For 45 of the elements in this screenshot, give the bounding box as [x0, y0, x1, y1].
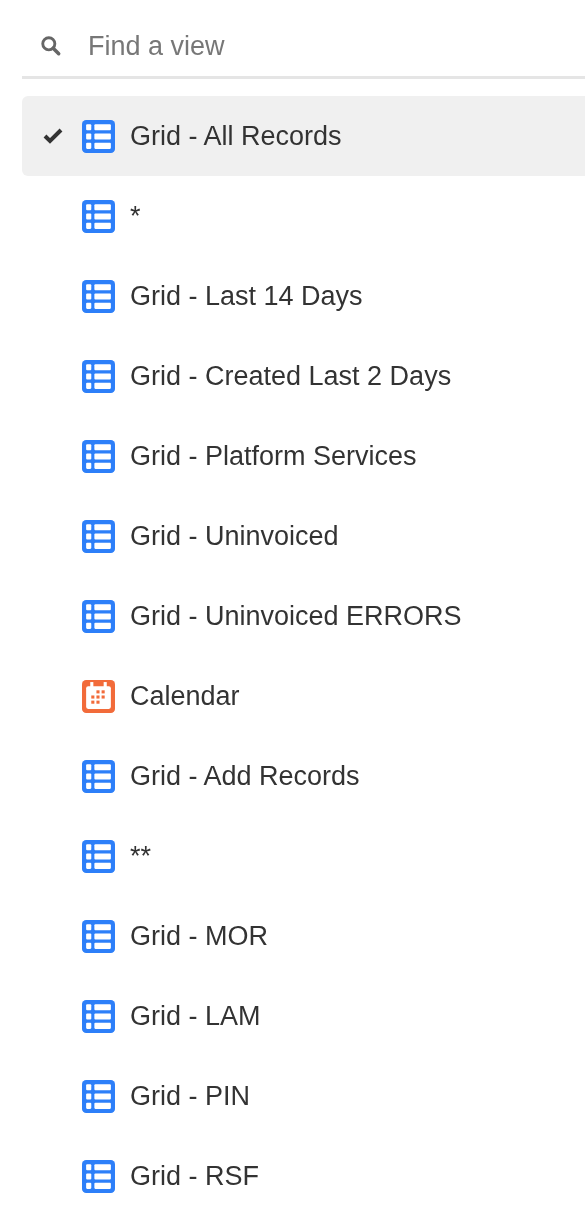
view-label: Grid - Last 14 Days	[130, 279, 363, 313]
search-field[interactable]: Find a view	[88, 25, 585, 67]
view-label: Calendar	[130, 679, 240, 713]
view-label: Grid - MOR	[130, 919, 268, 953]
grid-icon	[82, 519, 115, 553]
view-item[interactable]: Grid - Add Records	[22, 736, 585, 816]
view-item[interactable]: **	[22, 816, 585, 896]
view-item[interactable]: Calendar	[22, 656, 585, 736]
view-label: **	[130, 839, 151, 873]
view-item[interactable]: Grid - Uninvoiced	[22, 496, 585, 576]
grid-icon	[82, 599, 115, 633]
view-item[interactable]: Grid - Platform Services	[22, 416, 585, 496]
check-icon	[43, 128, 63, 144]
grid-icon	[82, 279, 115, 313]
view-label: Grid - All Records	[130, 119, 342, 153]
view-label: Grid - Add Records	[130, 759, 360, 793]
grid-icon	[82, 839, 115, 873]
view-label: Grid - Uninvoiced ERRORS	[130, 599, 462, 633]
grid-icon	[82, 759, 115, 793]
view-item[interactable]: Grid - All Records	[22, 96, 585, 176]
search-icon	[40, 35, 62, 57]
view-item[interactable]: Grid - RSF	[22, 1136, 585, 1216]
grid-icon	[82, 439, 115, 473]
view-item[interactable]: *	[22, 176, 585, 256]
grid-icon	[82, 1079, 115, 1113]
grid-icon	[82, 999, 115, 1033]
view-label: Grid - LAM	[130, 999, 261, 1033]
calendar-icon	[82, 679, 115, 713]
view-label: Grid - RSF	[130, 1159, 259, 1193]
grid-icon	[82, 919, 115, 953]
view-label: Grid - Platform Services	[130, 439, 417, 473]
view-label: *	[130, 199, 141, 233]
view-item[interactable]: Grid - PIN	[22, 1056, 585, 1136]
view-label: Grid - Uninvoiced	[130, 519, 339, 553]
grid-icon	[82, 359, 115, 393]
grid-icon	[82, 199, 115, 233]
grid-icon	[82, 119, 115, 153]
view-item[interactable]: Grid - Created Last 2 Days	[22, 336, 585, 416]
view-item[interactable]: Grid - LAM	[22, 976, 585, 1056]
view-item[interactable]: Grid - Uninvoiced ERRORS	[22, 576, 585, 656]
view-item[interactable]: Grid - Last 14 Days	[22, 256, 585, 336]
view-label: Grid - PIN	[130, 1079, 250, 1113]
view-item[interactable]: Grid - MOR	[22, 896, 585, 976]
grid-icon	[82, 1159, 115, 1193]
view-label: Grid - Created Last 2 Days	[130, 359, 452, 393]
